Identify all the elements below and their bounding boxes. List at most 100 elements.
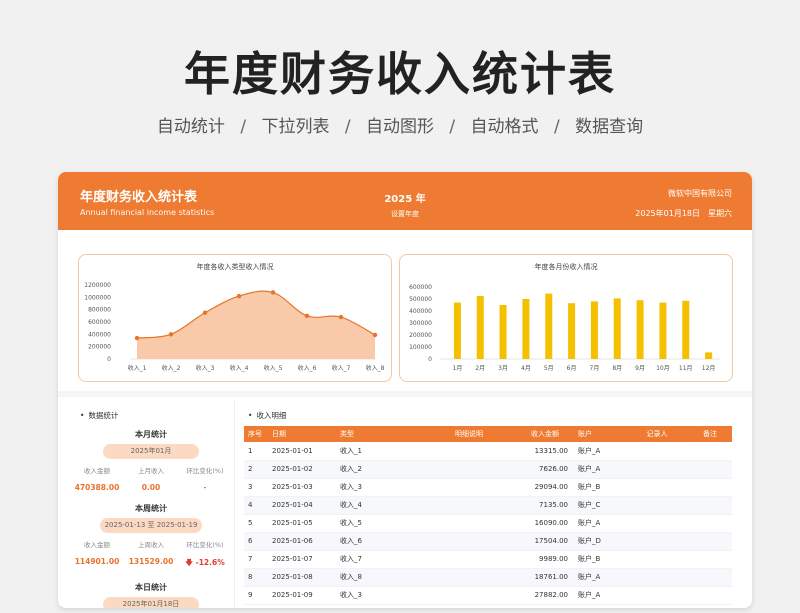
stat-label: 上月收入: [138, 467, 164, 475]
table-row[interactable]: 5 2025-01-05 收入_5 16090.00 账户_A: [244, 514, 732, 533]
cell-desc: [422, 478, 512, 497]
cell-note: [684, 478, 732, 497]
x-tick-label: 收入_2: [162, 364, 181, 372]
cell-note: [684, 514, 732, 533]
page-title: 年度财务收入统计表: [184, 47, 616, 101]
cell-recorder: [626, 568, 684, 587]
column-header-recorder[interactable]: 记录人: [626, 426, 684, 442]
table-row[interactable]: 3 2025-01-03 收入_3 29094.00 账户_B: [244, 478, 732, 497]
table-row[interactable]: 8 2025-01-08 收入_8 18761.00 账户_A: [244, 568, 732, 587]
cell-desc: [422, 532, 512, 551]
type-income-chart: 年度各收入类型收入情况 0 200000 400000 600000 800000 100…: [78, 254, 392, 382]
x-tick-label: 12月: [702, 365, 716, 372]
cell-desc: [422, 586, 512, 605]
separator: /: [240, 117, 247, 137]
cell-amount: 29094.00: [512, 478, 574, 497]
cell-recorder: [626, 532, 684, 551]
stat-label: 上周收入: [138, 541, 164, 549]
cell-desc: [422, 460, 512, 479]
y-tick-label: 400000: [409, 308, 432, 315]
cell-type: 收入_3: [336, 586, 422, 605]
bar: [659, 302, 667, 359]
month-income-value: 470388.00: [74, 483, 120, 492]
cell-account: 账户_D: [574, 532, 626, 551]
data-point: [372, 332, 378, 338]
x-tick-label: 9月: [635, 365, 645, 372]
cell-note: [684, 550, 732, 569]
data-point: [304, 313, 310, 319]
x-tick-label: 收入_8: [366, 364, 385, 372]
x-tick-label: 7月: [590, 365, 600, 372]
cell-seq: 6: [244, 532, 268, 551]
table-row[interactable]: 1 2025-01-01 收入_1 13315.00 账户_A: [244, 442, 732, 461]
cell-date: 2025-01-05: [268, 514, 336, 533]
y-tick-label: 400000: [88, 331, 111, 338]
column-header-account[interactable]: 账户: [574, 426, 626, 442]
section-divider: [58, 391, 752, 397]
bar: [636, 300, 644, 359]
cell-amount: 27882.00: [512, 586, 574, 605]
separator: /: [449, 117, 456, 137]
cell-type: 收入_7: [336, 550, 422, 569]
cell-account: 账户_C: [574, 496, 626, 515]
cell-recorder: [626, 460, 684, 479]
cell-date: 2025-01-06: [268, 532, 336, 551]
area-chart-svg: 0 200000 400000 600000 800000 1000000 1200000 收…: [84, 282, 385, 372]
bar: [613, 298, 621, 359]
cell-date: 2025-01-03: [268, 478, 336, 497]
x-tick-label: 收入_5: [264, 364, 283, 372]
stat-label: 收入金额: [84, 467, 110, 475]
cell-recorder: [626, 478, 684, 497]
x-tick-label: 10月: [656, 365, 670, 372]
column-header-note[interactable]: 备注: [684, 426, 732, 442]
bar: [522, 299, 530, 359]
x-tick-label: 4月: [521, 365, 531, 372]
cell-date: 2025-01-04: [268, 496, 336, 515]
cell-type: 收入_8: [336, 568, 422, 587]
table-row[interactable]: 9 2025-01-09 收入_3 27882.00 账户_A: [244, 586, 732, 605]
cell-date: 2025-01-01: [268, 442, 336, 461]
cell-amount: 16090.00: [512, 514, 574, 533]
bar: [545, 293, 553, 359]
table-row[interactable]: 4 2025-01-04 收入_4 7135.00 账户_C: [244, 496, 732, 515]
x-tick-label: 收入_3: [196, 364, 215, 372]
cell-recorder: [626, 514, 684, 533]
cell-account: 账户_A: [574, 442, 626, 461]
month-period: 2025年01月: [103, 444, 199, 459]
column-header-desc[interactable]: 明细说明: [422, 426, 512, 442]
cell-account: 账户_B: [574, 478, 626, 497]
data-point: [168, 332, 174, 337]
column-header-date[interactable]: 日期: [268, 426, 336, 442]
table-row[interactable]: 7 2025-01-07 收入_7 9989.00 账户_B: [244, 550, 732, 569]
y-tick-label: 300000: [409, 320, 432, 327]
column-header-amount[interactable]: 收入金额: [512, 426, 574, 442]
y-tick-label: 100000: [409, 344, 432, 351]
last-month-income-value: 0.00: [141, 483, 161, 492]
bar: [499, 305, 507, 359]
y-tick-label: 800000: [88, 307, 111, 314]
separator: /: [553, 117, 560, 137]
cell-desc: [422, 550, 512, 569]
table-row[interactable]: 6 2025-01-06 收入_6 17504.00 账户_D: [244, 532, 732, 551]
cell-amount: 7626.00: [512, 460, 574, 479]
data-point: [338, 314, 344, 320]
cell-seq: 2: [244, 460, 268, 479]
cell-type: 收入_5: [336, 514, 422, 533]
day-period: 2025年01月18日: [103, 597, 199, 608]
table-row[interactable]: 2 2025-01-02 收入_2 7626.00 账户_A: [244, 460, 732, 479]
month-stat-labels: 收入金额 上月收入 环比变化(%): [70, 465, 232, 475]
cell-type: 收入_2: [336, 460, 422, 479]
feature-item: 自动统计: [156, 117, 225, 137]
stat-label: 收入金额: [84, 541, 110, 549]
cell-account: 账户_B: [574, 550, 626, 569]
cell-seq: 5: [244, 514, 268, 533]
data-point: [134, 335, 140, 341]
cell-amount: 9989.00: [512, 550, 574, 569]
column-header-type[interactable]: 类型: [336, 426, 422, 442]
x-tick-label: 收入_1: [128, 364, 147, 372]
year-selector[interactable]: 2025 年: [58, 190, 752, 205]
column-header-seq[interactable]: 序号: [244, 426, 268, 442]
y-tick-label: 1000000: [84, 294, 111, 301]
cell-type: 收入_3: [336, 478, 422, 497]
cell-note: [684, 460, 732, 479]
